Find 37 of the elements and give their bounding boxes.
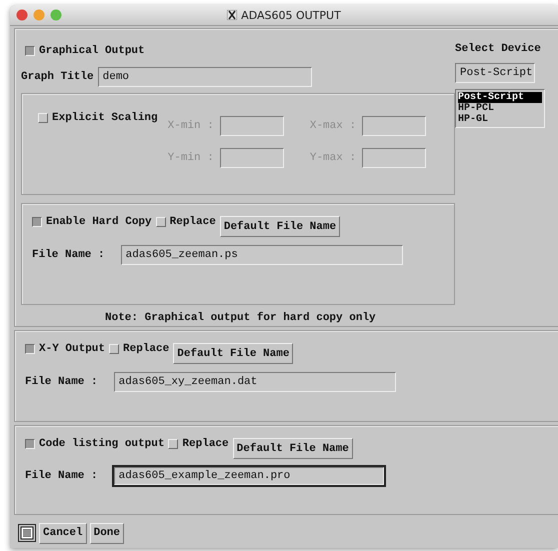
dialog-button[interactable]: Cancel (39, 522, 87, 544)
graph-title-field[interactable]: demo (98, 67, 312, 87)
range-field[interactable] (362, 148, 426, 168)
range-field[interactable] (362, 116, 426, 136)
device-option[interactable]: Post-Script (458, 92, 542, 103)
output-toggle[interactable]: Code listing output (25, 438, 164, 450)
file-name-label: File Name : (32, 249, 105, 261)
menu-icon[interactable] (18, 524, 36, 542)
range-field[interactable] (220, 116, 284, 136)
default-file-name-button[interactable]: Default File Name (220, 216, 340, 237)
replace-toggle[interactable]: Replace (168, 438, 229, 450)
device-option[interactable]: HP-PCL (458, 103, 542, 114)
range-label: Y-min : (168, 152, 214, 164)
dialog-button[interactable]: Done (90, 522, 124, 544)
replace-toggle[interactable]: Replace (156, 216, 216, 228)
graph-title-label: Graph Title (21, 71, 94, 83)
range-field[interactable] (220, 148, 284, 168)
device-field[interactable]: Post-Script (455, 63, 535, 83)
range-label: X-max : (310, 120, 356, 132)
range-label: X-min : (168, 120, 214, 132)
default-file-name-button[interactable]: Default File Name (173, 343, 294, 364)
window-title: ADAS605 OUTPUT (227, 8, 341, 22)
note-text: Note: Graphical output for hard copy only (105, 312, 377, 324)
graphical-output-toggle[interactable]: Graphical Output (25, 45, 145, 57)
file-name-label: File Name : (25, 470, 98, 482)
default-file-name-button[interactable]: Default File Name (232, 438, 353, 459)
range-label: Y-max : (310, 152, 356, 164)
file-name-field[interactable]: adas605_zeeman.ps (120, 245, 403, 265)
device-option[interactable]: HP-GL (458, 114, 542, 125)
x-logo-icon (227, 10, 238, 20)
file-name-field[interactable]: adas605_xy_zeeman.dat (114, 372, 396, 392)
file-name-label: File Name : (25, 376, 98, 388)
replace-toggle[interactable]: Replace (109, 343, 170, 355)
output-toggle[interactable]: X-Y Output (25, 343, 106, 355)
file-name-field[interactable]: adas605_example_zeeman.pro (114, 467, 384, 485)
select-device-label: Select Device (455, 43, 542, 55)
output-toggle[interactable]: Enable Hard Copy (32, 216, 152, 228)
